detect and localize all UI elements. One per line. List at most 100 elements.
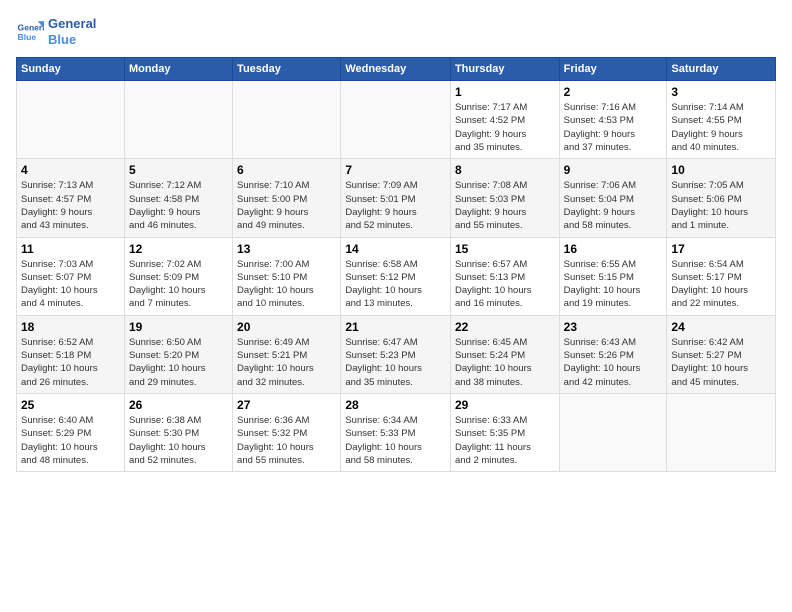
calendar-cell: 6Sunrise: 7:10 AM Sunset: 5:00 PM Daylig… <box>233 159 341 237</box>
day-number: 2 <box>564 85 663 99</box>
calendar-body: 1 Sunrise: 7:17 AM Sunset: 4:52 PM Daylig… <box>17 81 776 472</box>
calendar-cell: 29Sunrise: 6:33 AM Sunset: 5:35 PM Dayli… <box>450 393 559 471</box>
day-info: Sunrise: 6:40 AM Sunset: 5:29 PM Dayligh… <box>21 414 120 467</box>
day-number: 3 <box>671 85 771 99</box>
calendar-cell: 9 Sunrise: 7:06 AM Sunset: 5:04 PM Daylig… <box>559 159 667 237</box>
day-info: Sunrise: 7:16 AM Sunset: 4:53 PM Dayligh… <box>564 101 663 154</box>
calendar-cell: 23 Sunrise: 6:43 AM Sunset: 5:26 PM Dayli… <box>559 315 667 393</box>
weekday-header-saturday: Saturday <box>667 58 776 81</box>
day-info: Sunrise: 6:47 AM Sunset: 5:23 PM Dayligh… <box>345 336 446 389</box>
calendar-cell <box>17 81 125 159</box>
day-number: 8 <box>455 163 555 177</box>
calendar-cell: 15 Sunrise: 6:57 AM Sunset: 5:13 PM Dayli… <box>450 237 559 315</box>
calendar-cell: 3 Sunrise: 7:14 AM Sunset: 4:55 PM Daylig… <box>667 81 776 159</box>
calendar-cell: 1 Sunrise: 7:17 AM Sunset: 4:52 PM Daylig… <box>450 81 559 159</box>
day-number: 1 <box>455 85 555 99</box>
day-number: 9 <box>564 163 663 177</box>
day-info: Sunrise: 6:45 AM Sunset: 5:24 PM Dayligh… <box>455 336 555 389</box>
calendar-cell: 4 Sunrise: 7:13 AM Sunset: 4:57 PM Daylig… <box>17 159 125 237</box>
day-info: Sunrise: 7:03 AM Sunset: 5:07 PM Dayligh… <box>21 258 120 311</box>
page-header: General Blue GeneralBlue <box>16 16 776 47</box>
calendar-cell: 11 Sunrise: 7:03 AM Sunset: 5:07 PM Dayli… <box>17 237 125 315</box>
weekday-header-friday: Friday <box>559 58 667 81</box>
calendar-cell: 17 Sunrise: 6:54 AM Sunset: 5:17 PM Dayli… <box>667 237 776 315</box>
day-number: 17 <box>671 242 771 256</box>
calendar-week-5: 25 Sunrise: 6:40 AM Sunset: 5:29 PM Dayli… <box>17 393 776 471</box>
day-info: Sunrise: 7:13 AM Sunset: 4:57 PM Dayligh… <box>21 179 120 232</box>
day-number: 10 <box>671 163 771 177</box>
day-number: 27 <box>237 398 336 412</box>
day-number: 11 <box>21 242 120 256</box>
day-number: 20 <box>237 320 336 334</box>
day-info: Sunrise: 7:10 AM Sunset: 5:00 PM Dayligh… <box>237 179 336 232</box>
day-info: Sunrise: 6:50 AM Sunset: 5:20 PM Dayligh… <box>129 336 228 389</box>
day-number: 4 <box>21 163 120 177</box>
calendar-cell: 12 Sunrise: 7:02 AM Sunset: 5:09 PM Dayli… <box>124 237 232 315</box>
calendar-cell: 2 Sunrise: 7:16 AM Sunset: 4:53 PM Daylig… <box>559 81 667 159</box>
weekday-header-sunday: Sunday <box>17 58 125 81</box>
day-info: Sunrise: 6:36 AM Sunset: 5:32 PM Dayligh… <box>237 414 336 467</box>
day-number: 21 <box>345 320 446 334</box>
day-info: Sunrise: 6:38 AM Sunset: 5:30 PM Dayligh… <box>129 414 228 467</box>
day-number: 19 <box>129 320 228 334</box>
day-info: Sunrise: 7:17 AM Sunset: 4:52 PM Dayligh… <box>455 101 555 154</box>
svg-text:General: General <box>18 22 44 32</box>
calendar-cell <box>233 81 341 159</box>
day-info: Sunrise: 7:02 AM Sunset: 5:09 PM Dayligh… <box>129 258 228 311</box>
day-info: Sunrise: 6:55 AM Sunset: 5:15 PM Dayligh… <box>564 258 663 311</box>
calendar-week-1: 1 Sunrise: 7:17 AM Sunset: 4:52 PM Daylig… <box>17 81 776 159</box>
calendar-cell: 13Sunrise: 7:00 AM Sunset: 5:10 PM Dayli… <box>233 237 341 315</box>
day-info: Sunrise: 6:57 AM Sunset: 5:13 PM Dayligh… <box>455 258 555 311</box>
svg-text:Blue: Blue <box>18 31 37 41</box>
logo-text: GeneralBlue <box>48 16 96 47</box>
calendar-cell: 14 Sunrise: 6:58 AM Sunset: 5:12 PM Dayli… <box>341 237 451 315</box>
day-number: 16 <box>564 242 663 256</box>
day-info: Sunrise: 7:05 AM Sunset: 5:06 PM Dayligh… <box>671 179 771 232</box>
day-info: Sunrise: 7:06 AM Sunset: 5:04 PM Dayligh… <box>564 179 663 232</box>
calendar-cell <box>341 81 451 159</box>
logo: General Blue GeneralBlue <box>16 16 96 47</box>
calendar-cell: 21 Sunrise: 6:47 AM Sunset: 5:23 PM Dayli… <box>341 315 451 393</box>
day-info: Sunrise: 7:14 AM Sunset: 4:55 PM Dayligh… <box>671 101 771 154</box>
day-number: 25 <box>21 398 120 412</box>
day-info: Sunrise: 6:43 AM Sunset: 5:26 PM Dayligh… <box>564 336 663 389</box>
calendar-week-2: 4 Sunrise: 7:13 AM Sunset: 4:57 PM Daylig… <box>17 159 776 237</box>
calendar-cell <box>124 81 232 159</box>
calendar-cell: 28Sunrise: 6:34 AM Sunset: 5:33 PM Dayli… <box>341 393 451 471</box>
calendar-cell: 19 Sunrise: 6:50 AM Sunset: 5:20 PM Dayli… <box>124 315 232 393</box>
calendar-cell: 7Sunrise: 7:09 AM Sunset: 5:01 PM Daylig… <box>341 159 451 237</box>
calendar-cell: 10 Sunrise: 7:05 AM Sunset: 5:06 PM Dayli… <box>667 159 776 237</box>
day-number: 18 <box>21 320 120 334</box>
day-number: 14 <box>345 242 446 256</box>
calendar-cell: 20 Sunrise: 6:49 AM Sunset: 5:21 PM Dayli… <box>233 315 341 393</box>
day-info: Sunrise: 6:58 AM Sunset: 5:12 PM Dayligh… <box>345 258 446 311</box>
day-info: Sunrise: 6:42 AM Sunset: 5:27 PM Dayligh… <box>671 336 771 389</box>
weekday-header-thursday: Thursday <box>450 58 559 81</box>
day-number: 7 <box>345 163 446 177</box>
day-info: Sunrise: 7:12 AM Sunset: 4:58 PM Dayligh… <box>129 179 228 232</box>
calendar-week-3: 11 Sunrise: 7:03 AM Sunset: 5:07 PM Dayli… <box>17 237 776 315</box>
calendar-cell: 25 Sunrise: 6:40 AM Sunset: 5:29 PM Dayli… <box>17 393 125 471</box>
day-info: Sunrise: 6:54 AM Sunset: 5:17 PM Dayligh… <box>671 258 771 311</box>
calendar-week-4: 18 Sunrise: 6:52 AM Sunset: 5:18 PM Dayli… <box>17 315 776 393</box>
day-number: 26 <box>129 398 228 412</box>
calendar-cell: 22 Sunrise: 6:45 AM Sunset: 5:24 PM Dayli… <box>450 315 559 393</box>
calendar-cell <box>667 393 776 471</box>
day-number: 12 <box>129 242 228 256</box>
weekday-header-wednesday: Wednesday <box>341 58 451 81</box>
calendar-cell: 24Sunrise: 6:42 AM Sunset: 5:27 PM Dayli… <box>667 315 776 393</box>
day-number: 15 <box>455 242 555 256</box>
logo-icon: General Blue <box>16 18 44 46</box>
day-number: 23 <box>564 320 663 334</box>
day-info: Sunrise: 6:49 AM Sunset: 5:21 PM Dayligh… <box>237 336 336 389</box>
weekday-header-monday: Monday <box>124 58 232 81</box>
day-number: 22 <box>455 320 555 334</box>
day-number: 29 <box>455 398 555 412</box>
calendar-table: SundayMondayTuesdayWednesdayThursdayFrid… <box>16 57 776 472</box>
weekday-header-tuesday: Tuesday <box>233 58 341 81</box>
calendar-cell: 16 Sunrise: 6:55 AM Sunset: 5:15 PM Dayli… <box>559 237 667 315</box>
day-info: Sunrise: 7:08 AM Sunset: 5:03 PM Dayligh… <box>455 179 555 232</box>
calendar-cell: 26 Sunrise: 6:38 AM Sunset: 5:30 PM Dayli… <box>124 393 232 471</box>
day-info: Sunrise: 6:52 AM Sunset: 5:18 PM Dayligh… <box>21 336 120 389</box>
calendar-cell: 8 Sunrise: 7:08 AM Sunset: 5:03 PM Daylig… <box>450 159 559 237</box>
